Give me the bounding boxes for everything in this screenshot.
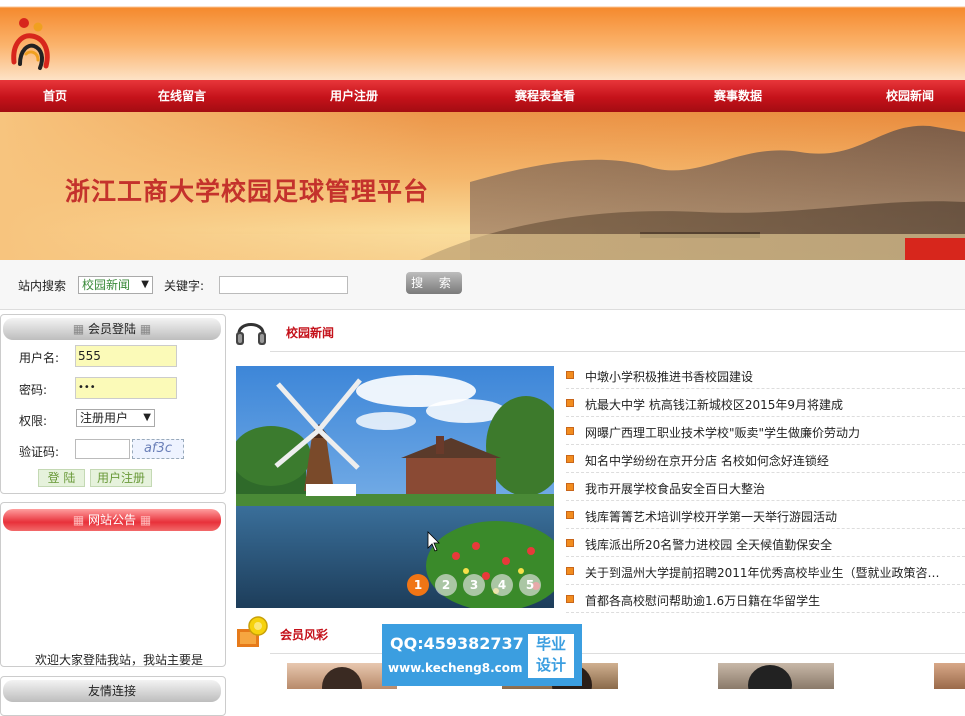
- bullet-icon: [566, 539, 574, 547]
- news-list-item[interactable]: 关于到温州大学提前招聘2011年优秀高校毕业生（暨就业政策咨询会）: [566, 557, 965, 585]
- contact-watermark: QQ:459382737 www.kecheng8.com 毕业 设计: [382, 624, 582, 686]
- dropdown-arrow-icon: ▼: [141, 279, 149, 290]
- member-photo[interactable]: [718, 663, 834, 689]
- notice-panel-title: ▦ 网站公告 ▦: [3, 509, 221, 531]
- links-panel-title: 友情连接: [3, 680, 221, 702]
- role-select[interactable]: 注册用户 ▼: [76, 409, 155, 427]
- bullet-icon: [566, 455, 574, 463]
- news-list-item[interactable]: 钱库派出所20名警力进校园 全天候值勤保安全: [566, 529, 965, 557]
- nav-item-guestbook[interactable]: 在线留言: [158, 80, 206, 112]
- news-list-item[interactable]: 中墩小学积极推进书香校园建设: [566, 361, 965, 389]
- title-pattern-icon: ▦: [139, 513, 152, 527]
- title-pattern-icon: ▦: [72, 513, 85, 527]
- keyword-label: 关键字:: [164, 279, 205, 293]
- header: [0, 0, 965, 80]
- search-label: 站内搜索: [18, 279, 67, 293]
- nav-item-home[interactable]: 首页: [43, 80, 67, 112]
- headphones-icon: [236, 323, 266, 345]
- logo-icon: [11, 18, 50, 70]
- nav-item-campus-news[interactable]: 校园新闻: [886, 80, 934, 112]
- links-panel: 友情连接: [0, 676, 226, 716]
- login-panel-title: ▦ 会员登陆 ▦: [3, 318, 221, 340]
- section-divider: [270, 653, 965, 654]
- bullet-icon: [566, 595, 574, 603]
- news-list-item[interactable]: 知名中学纷纷在京开分店 名校如何念好连锁经: [566, 445, 965, 473]
- slide-dot-5[interactable]: 5: [519, 574, 541, 596]
- bullet-icon: [566, 399, 574, 407]
- news-list-item[interactable]: 杭最大中学 杭高钱江新城校区2015年9月将建成: [566, 389, 965, 417]
- username-input[interactable]: 555: [75, 345, 177, 367]
- members-title: 会员风彩: [280, 628, 329, 642]
- slide-dot-3[interactable]: 3: [463, 574, 485, 596]
- bullet-icon: [566, 371, 574, 379]
- title-pattern-icon: ▦: [72, 322, 85, 336]
- nav-item-schedule[interactable]: 赛程表查看: [515, 80, 575, 112]
- nav-item-match-data[interactable]: 赛事数据: [714, 80, 762, 112]
- password-label: 密码:: [19, 383, 48, 397]
- bullet-icon: [566, 483, 574, 491]
- campus-news-title: 校园新闻: [286, 326, 335, 340]
- banner: 浙江工商大学校园足球管理平台: [0, 112, 965, 260]
- windmill-photo: [236, 366, 554, 608]
- bullet-icon: [566, 511, 574, 519]
- slide-dot-2[interactable]: 2: [435, 574, 457, 596]
- news-photo-slider[interactable]: [236, 366, 554, 608]
- notice-panel: ▦ 网站公告 ▦ 欢迎大家登陆我站，我站主要是: [0, 502, 226, 667]
- main-nav: 首页 在线留言 用户注册 赛程表查看 赛事数据 校园新闻: [0, 80, 965, 112]
- member-photo[interactable]: [934, 663, 965, 689]
- keyword-input[interactable]: [219, 276, 348, 294]
- register-button[interactable]: 用户注册: [90, 469, 152, 487]
- bullet-icon: [566, 427, 574, 435]
- news-list-item[interactable]: 首都各高校慰问帮助逾1.6万日籍在华留学生: [566, 585, 965, 613]
- search-category-value: 校园新闻: [82, 278, 131, 292]
- captcha-image[interactable]: af3c: [132, 439, 184, 459]
- search-category-select[interactable]: 校园新闻 ▼: [78, 276, 153, 294]
- notice-text: 欢迎大家登陆我站，我站主要是: [35, 653, 204, 667]
- site-title: 浙江工商大学校园足球管理平台: [65, 177, 430, 206]
- bullet-icon: [566, 567, 574, 575]
- member-photo[interactable]: [287, 663, 397, 689]
- captcha-input[interactable]: [75, 439, 130, 459]
- role-label: 权限:: [19, 414, 48, 428]
- qq-number: QQ:459382737: [390, 634, 524, 653]
- graduation-design-badge: 毕业 设计: [528, 634, 574, 678]
- news-list-item[interactable]: 网曝广西理工职业技术学校"贩卖"学生做廉价劳动力: [566, 417, 965, 445]
- password-input[interactable]: •••: [75, 377, 177, 399]
- slide-dot-1[interactable]: 1: [407, 574, 429, 596]
- slide-dot-4[interactable]: 4: [491, 574, 513, 596]
- site-url: www.kecheng8.com: [388, 661, 523, 675]
- news-list-item[interactable]: 钱库箐箐艺术培训学校开学第一天举行游园活动: [566, 501, 965, 529]
- section-divider: [270, 351, 965, 352]
- captcha-label: 验证码:: [19, 445, 60, 459]
- login-panel: ▦ 会员登陆 ▦ 用户名: 555 密码: ••• 权限: 注册用户 ▼ 验证码…: [0, 314, 226, 494]
- news-list-item[interactable]: 我市开展学校食品安全百日大整治: [566, 473, 965, 501]
- search-button[interactable]: 搜 索: [406, 272, 462, 294]
- role-value: 注册用户: [80, 411, 129, 425]
- title-pattern-icon: ▦: [139, 322, 152, 336]
- nav-item-register[interactable]: 用户注册: [330, 80, 378, 112]
- dropdown-arrow-icon: ▼: [143, 412, 151, 423]
- login-button[interactable]: 登 陆: [38, 469, 85, 487]
- username-label: 用户名:: [19, 351, 60, 365]
- medal-icon: [237, 616, 268, 647]
